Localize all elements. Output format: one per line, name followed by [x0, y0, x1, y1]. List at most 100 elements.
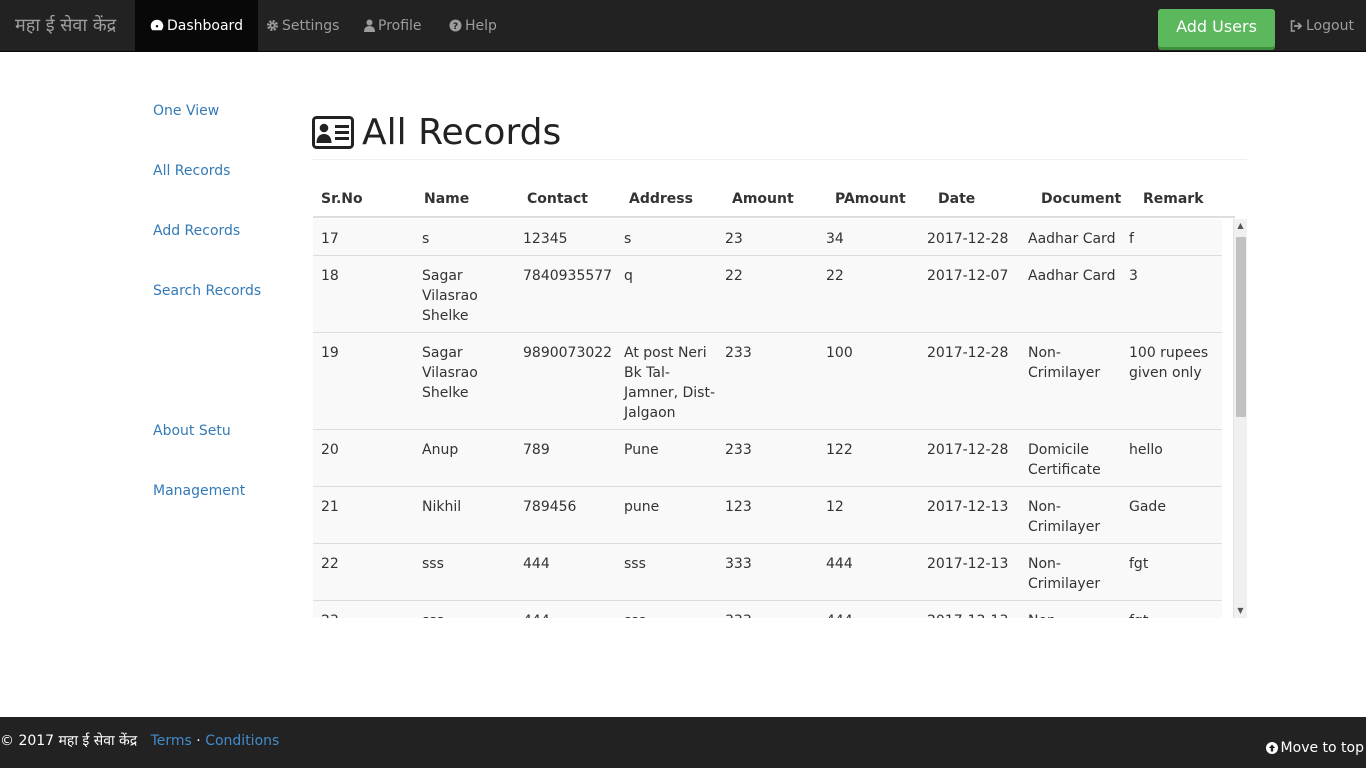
cell-pamount: 122 — [826, 442, 853, 458]
nav-settings[interactable]: Settings — [251, 0, 354, 51]
logout-label: Logout — [1306, 18, 1354, 34]
logout-icon — [1290, 20, 1303, 32]
table-row: 21 Nikhil 789456 pune 123 12 2017-12-13 Non-Cri… — [313, 487, 1222, 544]
title-divider — [312, 159, 1247, 160]
cell-srno: 23 — [321, 611, 411, 618]
cell-document: Non-Crimilayer — [1028, 556, 1101, 592]
sidebar-item-all-records[interactable]: All Records — [153, 163, 230, 179]
table-rows: 17 s 12345 s 23 34 2017-12-28 Aadhar Card f 18 Sag… — [313, 219, 1222, 618]
cell-srno: 19 — [321, 345, 339, 361]
cell-address: sss — [624, 556, 646, 572]
cell-remark: f — [1129, 231, 1134, 247]
cell-contact: 444 — [523, 611, 618, 618]
cell-document: Non-Crimilayer — [1028, 345, 1101, 381]
column-header-name: Name — [424, 191, 470, 207]
column-header-document: Document — [1041, 191, 1122, 207]
conditions-link[interactable]: Conditions — [205, 733, 279, 749]
cell-address: pune — [624, 499, 660, 515]
sidebar-item-add-records[interactable]: Add Records — [153, 223, 240, 239]
cell-amount: 123 — [725, 499, 752, 515]
cell-pamount: 100 — [826, 345, 853, 361]
cell-amount: 233 — [725, 442, 752, 458]
cell-pamount: 444 — [826, 556, 853, 572]
nav-settings-label: Settings — [282, 18, 340, 34]
cell-pamount: 12 — [826, 499, 844, 515]
nav-dashboard[interactable]: Dashboard — [135, 0, 258, 51]
cell-contact: 9890073022 — [523, 345, 613, 361]
add-users-button[interactable]: Add Users — [1158, 9, 1275, 47]
nav-profile[interactable]: Profile — [349, 0, 437, 51]
scroll-up-icon[interactable]: ▲ — [1234, 219, 1247, 233]
cell-name: Sagar Vilasrao Shelke — [422, 345, 478, 401]
gear-icon — [267, 20, 278, 31]
cell-date: 2017-12-13 — [927, 556, 1009, 572]
table-row: 17 s 12345 s 23 34 2017-12-28 Aadhar Card f — [313, 219, 1222, 256]
cell-contact: 7840935577 — [523, 268, 613, 284]
table-scrollbar[interactable]: ▲ ▼ — [1233, 219, 1247, 618]
cell-remark: Gade — [1129, 499, 1166, 515]
cell-name: Sagar Vilasrao Shelke — [422, 268, 478, 324]
cell-document: Domicile Certificate — [1028, 442, 1101, 478]
cell-contact: 789456 — [523, 499, 577, 515]
column-header-amount: Amount — [732, 191, 794, 207]
cell-srno: 22 — [321, 556, 339, 572]
cell-address: Pune — [624, 442, 659, 458]
footer-copyright: © 2017 महा ई सेवा केंद्र Terms · Conditi… — [0, 731, 279, 750]
cell-address: q — [624, 268, 633, 284]
nav-profile-label: Profile — [378, 18, 422, 34]
copyright-text: © 2017 महा ई सेवा केंद्र — [0, 733, 138, 749]
nav-help[interactable]: ? Help — [434, 0, 512, 51]
user-icon — [364, 19, 375, 32]
top-navbar: महा ई सेवा केंद्र Dashboard Settings Pro… — [0, 0, 1366, 52]
footer-separator: · — [196, 733, 201, 749]
cell-amount: 23 — [725, 231, 743, 247]
cell-name: Anup — [422, 442, 459, 458]
page-heading: All Records — [362, 111, 562, 153]
cell-amount: 333 — [725, 556, 752, 572]
cell-pamount: 34 — [826, 231, 844, 247]
cell-name: Nikhil — [422, 499, 462, 515]
brand-title[interactable]: महा ई सेवा केंद्र — [15, 0, 116, 52]
scrollbar-thumb[interactable] — [1236, 237, 1246, 417]
id-card-icon — [312, 115, 354, 149]
table-row: 20 Anup 789 Pune 233 122 2017-12-28 Domicile Ce… — [313, 430, 1222, 487]
move-to-top-label: Move to top — [1280, 740, 1364, 756]
cell-address: sss — [624, 611, 716, 618]
nav-dashboard-label: Dashboard — [167, 18, 243, 34]
table-row: 18 Sagar Vilasrao Shelke 7840935577 q 22 22 20… — [313, 256, 1222, 333]
sidebar-item-about-setu[interactable]: About Setu — [153, 423, 231, 439]
nav-help-label: Help — [465, 18, 497, 34]
table-body[interactable]: 17 s 12345 s 23 34 2017-12-28 Aadhar Card f 18 Sag… — [313, 219, 1247, 618]
cell-amount: 22 — [725, 268, 743, 284]
cell-srno: 17 — [321, 231, 339, 247]
cell-address: s — [624, 231, 632, 247]
cell-remark: fgt — [1129, 611, 1224, 618]
cell-date: 2017-12-13 — [927, 611, 1022, 618]
logout-link[interactable]: Logout — [1290, 0, 1354, 52]
column-header-address: Address — [629, 191, 693, 207]
column-header-pamount: PAmount — [835, 191, 906, 207]
sidebar-item-search-records[interactable]: Search Records — [153, 283, 261, 299]
cell-amount: 233 — [725, 345, 752, 361]
column-header-contact: Contact — [527, 191, 588, 207]
sidebar-item-management[interactable]: Management — [153, 483, 245, 499]
cell-pamount: 22 — [826, 268, 844, 284]
cell-amount: 333 — [725, 611, 815, 618]
cell-address: At post Neri Bk Tal-Jamner, Dist-Jalgaon — [624, 345, 715, 421]
terms-link[interactable]: Terms — [151, 733, 192, 749]
cell-name: s — [422, 231, 430, 247]
scroll-down-icon[interactable]: ▼ — [1234, 604, 1247, 618]
column-header-remark: Remark — [1143, 191, 1204, 207]
cell-remark: fgt — [1129, 556, 1149, 572]
cell-remark: 3 — [1129, 268, 1138, 284]
dashboard-icon — [150, 19, 164, 31]
column-header-date: Date — [938, 191, 976, 207]
question-circle-icon: ? — [449, 19, 462, 32]
cell-srno: 18 — [321, 268, 339, 284]
move-to-top-link[interactable]: Move to top — [1265, 740, 1364, 756]
cell-date: 2017-12-28 — [927, 345, 1009, 361]
cell-srno: 21 — [321, 499, 339, 515]
sidebar-item-one-view[interactable]: One View — [153, 103, 219, 119]
cell-remark: 100 rupees given only — [1129, 345, 1209, 381]
arrow-circle-up-icon — [1265, 742, 1278, 754]
